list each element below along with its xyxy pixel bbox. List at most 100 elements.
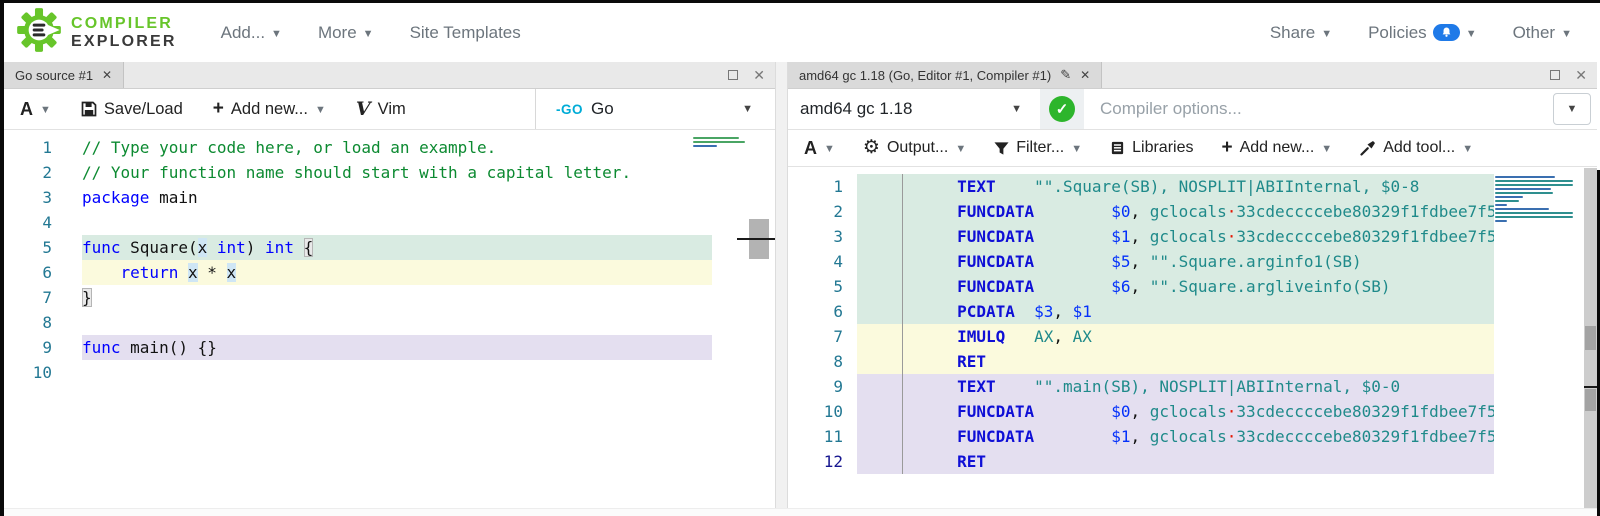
- compile-status: ✓: [1040, 89, 1084, 129]
- rename-pencil-icon[interactable]: ✎: [1060, 67, 1071, 83]
- book-icon: [1110, 140, 1125, 156]
- assembly-editor[interactable]: 1 TEXT "".Square(SB), NOSPLIT|ABIInterna…: [788, 168, 1597, 516]
- nav-item-site-templates[interactable]: Site Templates: [410, 23, 521, 43]
- vim-icon: V: [356, 98, 371, 120]
- code-line-9: 9 TEXT "".main(SB), NOSPLIT|ABIInternal,…: [788, 374, 1597, 399]
- line-content: RET: [857, 449, 1494, 474]
- font-size-label: A: [20, 99, 33, 120]
- chevron-down-icon: ▼: [955, 143, 966, 155]
- source-add-new-button[interactable]: +Add new...▼: [213, 98, 326, 120]
- compiler-select[interactable]: amd64 gc 1.18 ▼: [788, 89, 1040, 129]
- nav-item-add[interactable]: Add...▼: [221, 23, 282, 43]
- tab-compiler[interactable]: amd64 gc 1.18 (Go, Editor #1, Compiler #…: [788, 62, 1102, 88]
- nav-item-more[interactable]: More▼: [318, 23, 374, 43]
- chevron-down-icon: ▼: [824, 143, 835, 155]
- filter-icon: [994, 141, 1009, 156]
- chevron-down-icon: ▼: [40, 104, 51, 116]
- source-save-load-button[interactable]: Save/Load: [81, 100, 183, 119]
- navbar-left-menu: Add...▼ More▼ Site Templates: [221, 23, 521, 43]
- chevron-down-icon: ▼: [1321, 143, 1332, 155]
- line-number: 6: [788, 299, 857, 324]
- language-select[interactable]: -GO Go ▼: [535, 89, 775, 129]
- compile-ok-icon: ✓: [1049, 96, 1075, 122]
- nav-item-policies[interactable]: Policies▼: [1368, 23, 1476, 43]
- code-line-10: 10 FUNCDATA $0, gclocals·33cdeccccebe803…: [788, 399, 1597, 424]
- tab-go-source-1[interactable]: Go source #1 ✕: [4, 62, 124, 88]
- output-filter-button[interactable]: Filter...▼: [994, 139, 1082, 157]
- line-content: PCDATA $3, $1: [857, 299, 1494, 324]
- output-libraries-button[interactable]: Libraries: [1110, 139, 1193, 157]
- window-edge-top: [0, 0, 1600, 3]
- source-minimap[interactable]: [693, 137, 747, 149]
- line-number: 4: [4, 210, 52, 235]
- close-icon[interactable]: ✕: [1575, 68, 1587, 82]
- line-number: 10: [4, 360, 52, 385]
- plus-icon: +: [1221, 137, 1232, 159]
- line-number: 2: [788, 199, 857, 224]
- line-content: FUNCDATA $1, gclocals·33cdeccccebe80329f…: [857, 224, 1494, 249]
- output-add-tool-button[interactable]: Add tool...▼: [1360, 139, 1473, 157]
- maximize-icon[interactable]: [728, 70, 738, 80]
- brand-name: COMPILER EXPLORER: [71, 15, 177, 50]
- notification-bell-icon[interactable]: [1433, 24, 1460, 41]
- chevron-down-icon: ▼: [363, 28, 374, 40]
- button-label: Add new...: [231, 100, 308, 119]
- code-line-9: 9func main() {}: [4, 335, 775, 360]
- button-label: Vim: [378, 100, 406, 119]
- gear-logo-icon: [16, 7, 62, 58]
- line-number: 5: [4, 235, 52, 260]
- code-line-10: 10: [4, 360, 775, 385]
- compiler-explorer-window: COMPILER EXPLORER Add...▼ More▼ Site Templ…: [0, 0, 1600, 516]
- code-line-4: 4: [4, 210, 775, 235]
- code-line-3: 3package main: [4, 185, 775, 210]
- pane-splitter[interactable]: [775, 62, 788, 516]
- assembly-minimap[interactable]: [1495, 176, 1581, 224]
- chevron-down-icon: ▼: [1561, 28, 1572, 40]
- close-icon[interactable]: ✕: [753, 68, 765, 82]
- output-add-new-button[interactable]: + Add new... ▼: [1221, 137, 1332, 159]
- line-content: [82, 360, 712, 385]
- chevron-down-icon: ▼: [742, 103, 753, 115]
- code-line-8: 8 RET: [788, 349, 1597, 374]
- line-number: 3: [788, 224, 857, 249]
- nav-item-label: Site Templates: [410, 23, 521, 43]
- save-icon: [81, 101, 97, 117]
- go-language-icon: -GO: [556, 102, 583, 117]
- chevron-down-icon: ▼: [1011, 103, 1022, 115]
- language-label: Go: [591, 99, 614, 119]
- code-line-1: 1// Type your code here, or load an exam…: [4, 135, 775, 160]
- chevron-down-icon: ▼: [1466, 28, 1477, 40]
- line-number: 12: [788, 449, 857, 474]
- line-content: return x * x: [82, 260, 712, 285]
- output-a-button[interactable]: A▼: [804, 138, 835, 159]
- line-number: 9: [788, 374, 857, 399]
- line-content: func Square(x int) int {: [82, 235, 712, 260]
- source-a-button[interactable]: A▼: [20, 99, 51, 120]
- code-line-11: 11 FUNCDATA $1, gclocals·33cdeccccebe803…: [788, 424, 1597, 449]
- compiler-explorer-logo[interactable]: COMPILER EXPLORER: [16, 7, 177, 58]
- plus-icon: +: [213, 98, 224, 120]
- output-output-button[interactable]: ⚙Output...▼: [863, 138, 966, 158]
- source-vim-button[interactable]: V Vim: [356, 98, 406, 120]
- nav-item-share[interactable]: Share▼: [1270, 23, 1332, 43]
- tab-close-icon[interactable]: ✕: [102, 68, 112, 82]
- assembly-scrollbar[interactable]: [1584, 168, 1597, 516]
- button-label: Output...: [887, 139, 948, 157]
- compiler-options-input[interactable]: [1084, 89, 1551, 129]
- options-dropdown-button[interactable]: ▼: [1553, 93, 1591, 125]
- line-number: 10: [788, 399, 857, 424]
- line-content: package main: [82, 185, 712, 210]
- button-label: Add new...: [1240, 139, 1315, 157]
- line-content: // Type your code here, or load an examp…: [82, 135, 712, 160]
- nav-item-other[interactable]: Other▼: [1513, 23, 1572, 43]
- compiler-select-value: amd64 gc 1.18: [800, 99, 912, 119]
- source-tabbar: Go source #1 ✕ ✕: [4, 62, 775, 89]
- line-content: func main() {}: [82, 335, 712, 360]
- maximize-icon[interactable]: [1550, 70, 1560, 80]
- font-size-label: A: [804, 138, 817, 159]
- bottom-strip: [4, 508, 1597, 516]
- source-code-editor[interactable]: 1// Type your code here, or load an exam…: [4, 131, 775, 516]
- tab-close-icon[interactable]: ✕: [1080, 68, 1090, 82]
- compiler-output-pane: amd64 gc 1.18 (Go, Editor #1, Compiler #…: [788, 62, 1597, 516]
- line-content: FUNCDATA $5, "".Square.arginfo1(SB): [857, 249, 1494, 274]
